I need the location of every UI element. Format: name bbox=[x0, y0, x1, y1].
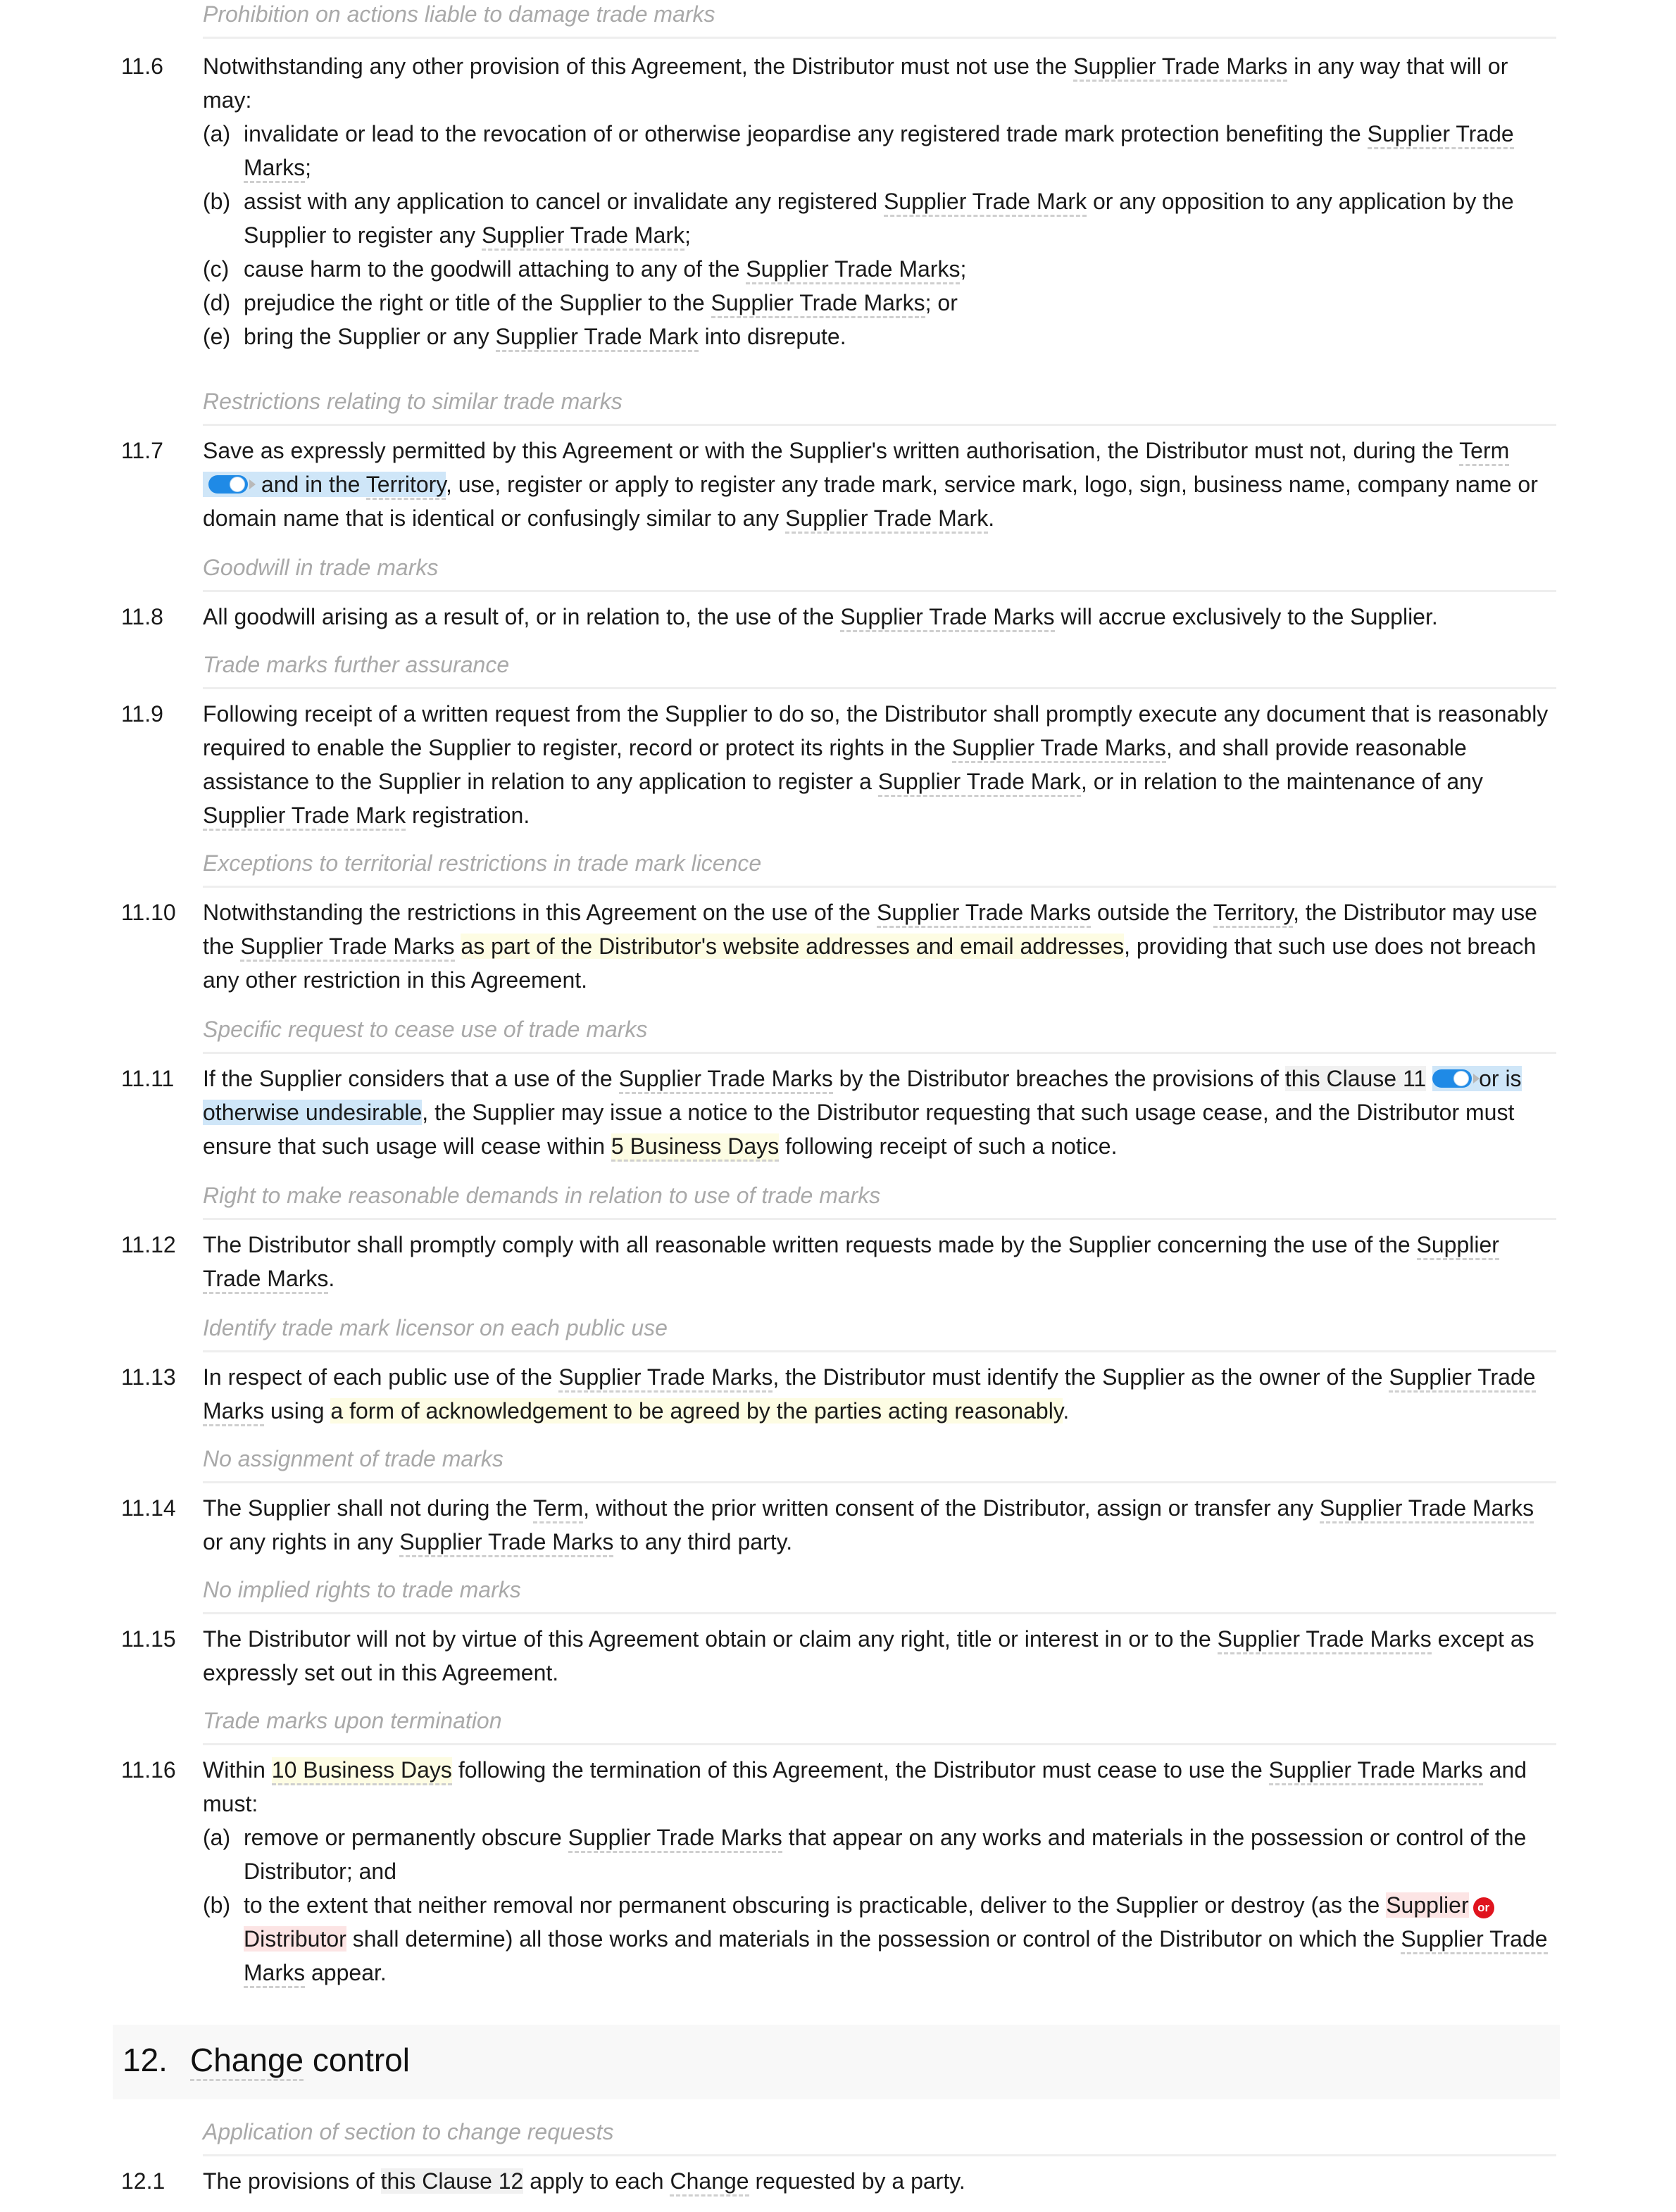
clause-number: 11.14 bbox=[121, 1495, 176, 1521]
defined-term[interactable]: Change bbox=[190, 2042, 304, 2081]
clause-subheading: Right to make reasonable demands in rela… bbox=[203, 1179, 1556, 1220]
cross-reference[interactable]: this Clause 11 bbox=[1284, 1066, 1427, 1091]
choice-option-distributor[interactable]: Distributor bbox=[244, 1926, 346, 1952]
toggle-switch[interactable] bbox=[1432, 1069, 1480, 1089]
clause-text: Notwithstanding any other provision of t… bbox=[203, 49, 1558, 353]
editable-field[interactable]: a form of acknowledgement to be agreed b… bbox=[330, 1398, 1063, 1424]
clause-text: Save as expressly permitted by this Agre… bbox=[203, 434, 1558, 535]
defined-term[interactable]: Supplier Trade Marks bbox=[399, 1529, 614, 1557]
clause-text: The Supplier shall not during the Term, … bbox=[203, 1491, 1558, 1559]
editable-field[interactable]: 5 Business Days bbox=[611, 1133, 780, 1162]
clause-text: The provisions of this Clause 12 apply t… bbox=[203, 2164, 1558, 2198]
clause-text: The Distributor will not by virtue of th… bbox=[203, 1626, 1534, 1685]
defined-term[interactable]: Term bbox=[533, 1495, 584, 1523]
defined-term[interactable]: Supplier Trade Marks bbox=[951, 735, 1166, 763]
clause-text: Notwithstanding the restrictions in this… bbox=[203, 900, 1537, 993]
defined-term[interactable]: Supplier Trade Mark bbox=[481, 222, 685, 251]
list-item: (b) to the extent that neither removal no… bbox=[203, 1888, 1558, 1990]
clause-number: 11.11 bbox=[121, 1066, 175, 1091]
list-item: (a) invalidate or lead to the revocation … bbox=[203, 117, 1558, 184]
or-choice-badge[interactable]: or bbox=[1472, 1897, 1494, 1918]
clause-subheading: Trade marks upon termination bbox=[203, 1704, 1556, 1745]
list-item: (a) remove or permanently obscure Supplie… bbox=[203, 1825, 1527, 1884]
defined-term[interactable]: Supplier Trade Marks bbox=[558, 1364, 773, 1393]
defined-term[interactable]: Supplier Trade Marks bbox=[1217, 1626, 1432, 1654]
defined-term[interactable]: Term bbox=[1459, 438, 1510, 466]
clause-subheading: Exceptions to territorial restrictions i… bbox=[203, 846, 1556, 888]
list-item: (e) bring the Supplier or any Supplier Tr… bbox=[203, 320, 1558, 353]
editable-field[interactable]: as part of the Distributor's website add… bbox=[461, 934, 1125, 959]
list-item: (b) assist with any application to cancel… bbox=[203, 184, 1558, 252]
defined-term[interactable]: Supplier Trade Marks bbox=[746, 256, 961, 284]
clause-number: 11.16 bbox=[121, 1757, 176, 1783]
defined-term[interactable]: Supplier Trade Marks bbox=[876, 900, 1092, 928]
clause-subheading: Application of section to change request… bbox=[203, 2115, 1556, 2156]
optional-text: and in the Territory bbox=[203, 472, 446, 500]
defined-term[interactable]: Supplier Trade Mark bbox=[203, 803, 406, 831]
toggle-knob bbox=[230, 477, 245, 492]
defined-term[interactable]: Supplier Trade Mark bbox=[883, 189, 1087, 217]
defined-term[interactable]: Territory bbox=[365, 472, 446, 500]
expand-arrow-icon[interactable] bbox=[1473, 1074, 1480, 1083]
clause-subheading: No implied rights to trade marks bbox=[203, 1573, 1556, 1614]
clause-subheading: Identify trade mark licensor on each pub… bbox=[203, 1311, 1556, 1352]
clause-subheading: Specific request to cease use of trade m… bbox=[203, 1012, 1556, 1054]
defined-term[interactable]: Supplier Trade Marks bbox=[1319, 1495, 1534, 1523]
clause-text: In respect of each public use of the Sup… bbox=[203, 1360, 1558, 1428]
editable-field[interactable]: 10 Business Days bbox=[271, 1757, 452, 1785]
choice-option-supplier[interactable]: Supplier bbox=[1386, 1892, 1469, 1918]
clause-number: 11.8 bbox=[121, 604, 163, 629]
list-item: (c) cause harm to the goodwill attaching … bbox=[203, 252, 1558, 286]
defined-term[interactable]: Supplier Trade Mark bbox=[495, 324, 699, 352]
clause-number: 11.12 bbox=[121, 1232, 176, 1257]
clause-number: 12.1 bbox=[121, 2168, 165, 2194]
clause-subheading: Prohibition on actions liable to damage … bbox=[203, 0, 1556, 39]
clause-number: 11.6 bbox=[121, 54, 163, 79]
defined-term[interactable]: Supplier Trade Marks bbox=[240, 934, 455, 962]
defined-term[interactable]: Supplier Trade Marks bbox=[1268, 1757, 1483, 1785]
clause-text: If the Supplier considers that a use of … bbox=[203, 1062, 1558, 1163]
clause-subheading: Trade marks further assurance bbox=[203, 648, 1556, 689]
clause-text: Within 10 Business Days following the te… bbox=[203, 1753, 1558, 1990]
defined-term[interactable]: Territory bbox=[1213, 900, 1294, 928]
defined-term[interactable]: Supplier Trade Mark bbox=[877, 769, 1081, 797]
toggle-switch[interactable] bbox=[208, 475, 256, 495]
defined-term[interactable]: Supplier Trade Mark bbox=[785, 505, 989, 534]
defined-term[interactable]: Supplier Trade Marks bbox=[840, 604, 1055, 632]
defined-term[interactable]: Supplier Trade Marks bbox=[1073, 54, 1288, 82]
section-number: 12. bbox=[123, 2042, 168, 2078]
defined-term[interactable]: Supplier Trade Marks bbox=[711, 290, 925, 318]
clause-number: 11.13 bbox=[121, 1364, 176, 1390]
defined-term[interactable]: Supplier Trade Marks bbox=[568, 1825, 782, 1853]
clause-number: 11.9 bbox=[121, 701, 163, 727]
clause-text: All goodwill arising as a result of, or … bbox=[203, 600, 1558, 634]
clause-text: The Distributor shall promptly comply wi… bbox=[203, 1228, 1558, 1295]
clause-number: 11.10 bbox=[121, 900, 176, 925]
clause-number: 11.7 bbox=[121, 438, 163, 463]
expand-arrow-icon[interactable] bbox=[249, 479, 256, 489]
section-title-rest: control bbox=[304, 2042, 410, 2078]
clause-subheading: Goodwill in trade marks bbox=[203, 551, 1556, 592]
clause-subheading: No assignment of trade marks bbox=[203, 1442, 1556, 1483]
section-title: Change control bbox=[190, 2040, 410, 2081]
list-item: (d) prejudice the right or title of the S… bbox=[203, 286, 1558, 320]
clause-number: 11.15 bbox=[121, 1626, 176, 1652]
clause-text: Following receipt of a written request f… bbox=[203, 697, 1558, 832]
clause-subheading: Restrictions relating to similar trade m… bbox=[203, 384, 1556, 426]
cross-reference[interactable]: this Clause 12 bbox=[380, 2168, 524, 2194]
defined-term[interactable]: Change bbox=[670, 2168, 749, 2197]
toggle-knob bbox=[1453, 1071, 1470, 1086]
section-heading: 12. Change control bbox=[113, 2025, 1560, 2099]
defined-term[interactable]: Supplier Trade Marks bbox=[618, 1066, 833, 1094]
